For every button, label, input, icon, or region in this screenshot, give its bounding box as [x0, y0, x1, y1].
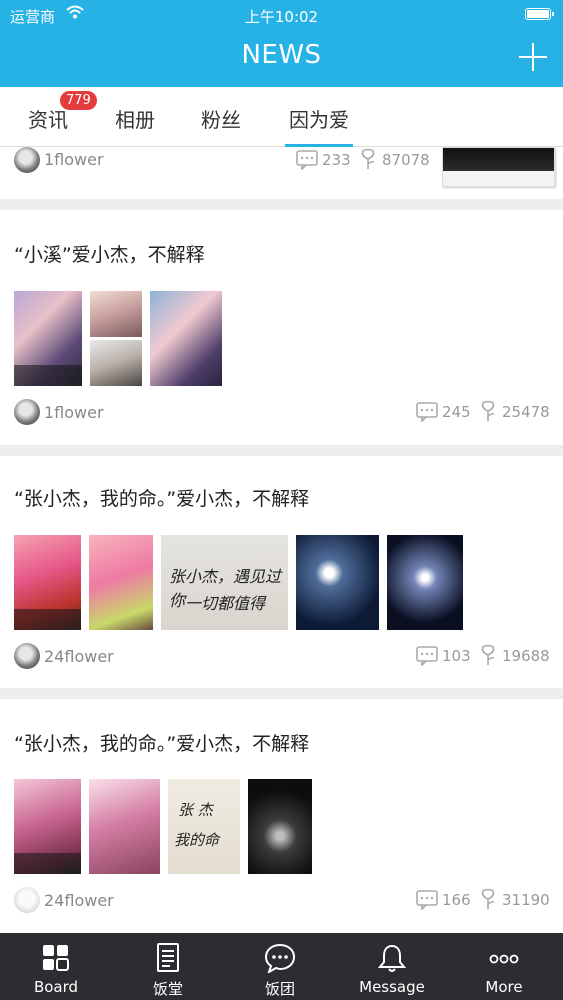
page-title: NEWS	[241, 40, 322, 70]
comment-icon	[416, 646, 438, 666]
tab-label: More	[485, 978, 523, 996]
post-title[interactable]: “张小杰，我的命。”爱小杰，不解释	[14, 484, 309, 511]
post-image[interactable]	[14, 779, 81, 874]
tab-fan-group[interactable]: 饭团	[224, 933, 336, 1000]
tab-message[interactable]: Message	[336, 933, 448, 1000]
rose-icon	[481, 888, 495, 909]
post-image[interactable]	[14, 291, 82, 386]
status-time: 上午10:02	[244, 8, 319, 26]
comment-count: 103	[442, 647, 471, 665]
like-count: 31190	[502, 891, 550, 909]
username[interactable]: 1flower	[44, 403, 104, 422]
status-bar: 运营商 上午10:02	[0, 0, 563, 30]
comment-count: 166	[442, 891, 471, 909]
tab-label: 相册	[115, 108, 155, 132]
post-image[interactable]	[296, 535, 379, 630]
tab-fans[interactable]: 粉丝	[201, 104, 241, 133]
tab-label: 因为爱	[289, 108, 349, 132]
post-title[interactable]: “张小杰，我的命。”爱小杰，不解释	[14, 729, 309, 756]
post-image[interactable]: 张小杰，遇见过你 一切都值得	[161, 535, 288, 630]
username[interactable]: 24flower	[44, 647, 114, 666]
document-icon	[157, 943, 179, 972]
post-image[interactable]	[89, 535, 153, 630]
post-image[interactable]	[89, 779, 160, 874]
like-count: 25478	[502, 403, 550, 421]
comment-icon	[416, 890, 438, 910]
comment-icon	[416, 402, 438, 422]
tab-label: 饭团	[264, 980, 295, 998]
avatar[interactable]	[14, 399, 40, 425]
tab-board[interactable]: Board	[0, 933, 112, 1000]
post-image[interactable]	[150, 291, 222, 386]
post-image[interactable]	[90, 340, 142, 386]
username[interactable]: 24flower	[44, 891, 114, 910]
more-dots-icon	[489, 954, 519, 964]
tab-album[interactable]: 相册	[115, 104, 155, 133]
rose-icon	[481, 400, 495, 421]
category-tabs: 资讯 779 相册 粉丝 因为爱	[0, 87, 563, 147]
rose-icon	[481, 644, 495, 665]
username[interactable]: 1flower	[44, 150, 104, 169]
post-image[interactable]	[90, 291, 142, 337]
feed-card[interactable]: “小溪”爱小杰，不解释 1flower 245 25478	[0, 210, 563, 445]
bell-icon	[377, 944, 407, 972]
tab-canteen[interactable]: 饭堂	[112, 933, 224, 1000]
post-title[interactable]: “小溪”爱小杰，不解释	[14, 240, 205, 267]
avatar[interactable]	[14, 643, 40, 669]
tab-label: 粉丝	[201, 108, 241, 132]
add-button[interactable]	[519, 43, 547, 71]
avatar[interactable]	[14, 887, 40, 913]
tab-label: Message	[359, 978, 425, 996]
tab-more[interactable]: More	[448, 933, 560, 1000]
bottom-tab-bar: Board 饭堂 饭团 Message More	[0, 933, 563, 1000]
feed-card[interactable]: “张小杰，我的命。”爱小杰，不解释 张小杰，遇见过你 一切都值得 24flowe…	[0, 456, 563, 688]
comment-count: 245	[442, 403, 471, 421]
tab-label: Board	[33, 978, 79, 996]
feed-card-partial[interactable]: 1flower 233 87078	[0, 147, 563, 199]
battery-icon	[525, 8, 554, 20]
like-count: 87078	[382, 151, 430, 169]
tab-label: 饭堂	[152, 980, 183, 998]
chat-bubble-icon	[264, 943, 296, 973]
post-image[interactable]	[387, 535, 463, 630]
grid-icon	[43, 945, 69, 971]
top-bar: 运营商 上午10:02 NEWS	[0, 0, 563, 87]
comment-icon	[296, 150, 318, 170]
rose-icon	[361, 148, 375, 169]
tab-label: 资讯	[28, 108, 68, 132]
feed-card[interactable]: “张小杰，我的命。”爱小杰，不解释 张 杰 我的命 24flower 166 3…	[0, 699, 563, 933]
like-count: 19688	[502, 647, 550, 665]
comment-count: 233	[322, 151, 351, 169]
tab-news[interactable]: 资讯 779	[28, 91, 97, 133]
post-image[interactable]	[442, 147, 555, 187]
post-image[interactable]: 张 杰 我的命	[168, 779, 240, 874]
post-image[interactable]	[248, 779, 312, 874]
app: 运营商 上午10:02 NEWS 资讯 779 相册 粉丝 因为爱 1flowe…	[0, 0, 563, 1000]
news-count-badge: 779	[60, 91, 97, 110]
news-feed[interactable]: 1flower 233 87078 “小溪”爱小杰，不解释 1flower 24…	[0, 147, 563, 933]
avatar[interactable]	[14, 147, 40, 173]
post-image[interactable]	[14, 535, 81, 630]
tab-because-of-love[interactable]: 因为爱	[285, 104, 353, 147]
